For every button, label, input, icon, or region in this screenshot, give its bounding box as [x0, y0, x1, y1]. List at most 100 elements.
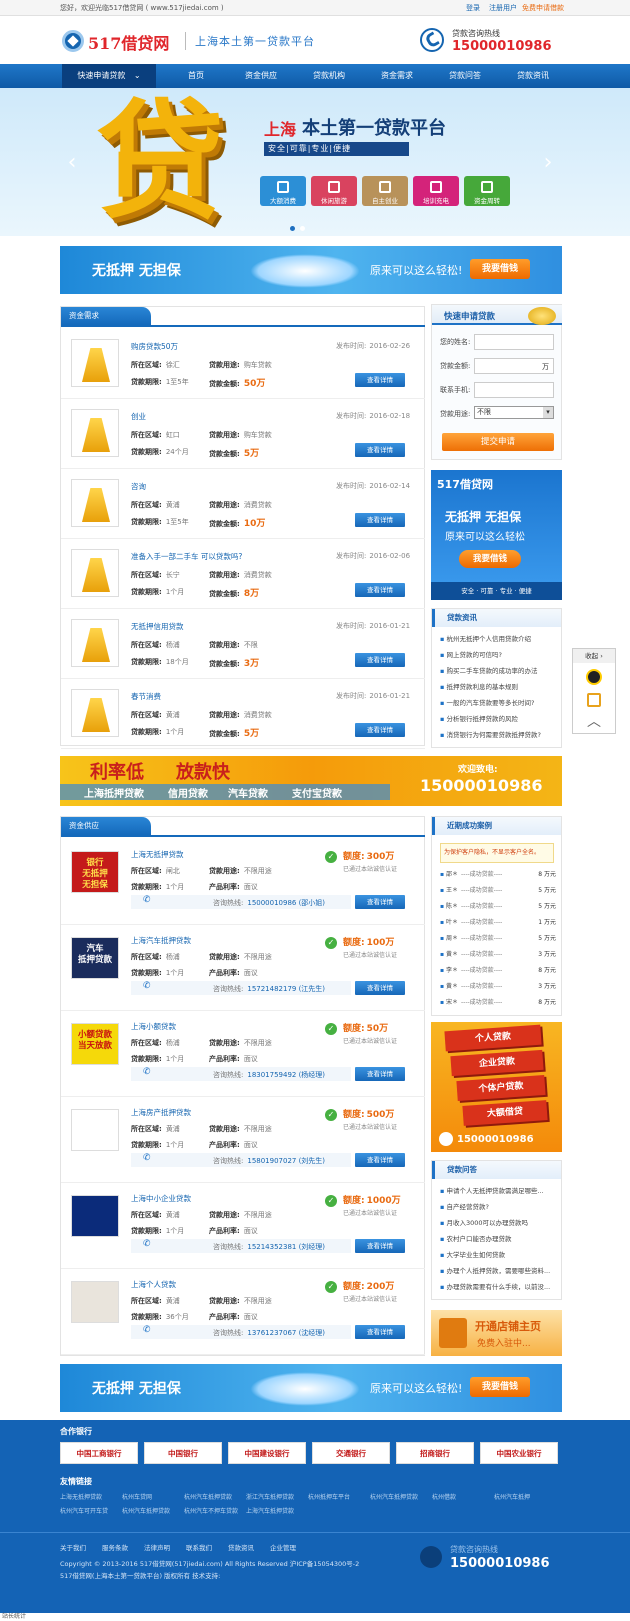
side-ad-borrow[interactable]: 517借贷网 无抵押 无担保 原来可以这么轻松 我要借钱 安全 · 可靠 · 专… — [431, 470, 562, 600]
nav-agencies[interactable]: 贷款机构 — [295, 64, 363, 88]
login-link[interactable]: 登录 — [466, 0, 480, 16]
friend-link[interactable]: 上海汽车抵押贷款 — [246, 1506, 294, 1515]
qa-item[interactable]: ▪ 申请个人无抵押贷款需满足哪些... — [440, 1185, 544, 1195]
float-collapse[interactable]: 收起 › — [573, 649, 615, 663]
supply-title-link[interactable]: 上海小额贷款 — [131, 1021, 176, 1032]
qa-item[interactable]: ▪ 农村户口能否办理贷款 — [440, 1233, 511, 1243]
side-ad-button[interactable]: 我要借钱 — [459, 550, 521, 568]
footer-menu-link[interactable]: 贷款资讯 — [228, 1542, 254, 1552]
promo-banner-mid[interactable]: 利率低 放款快 上海抵押贷款 信用贷款 汽车贷款 支付宝贷款 欢迎致电: 150… — [60, 756, 562, 806]
supply-title-link[interactable]: 上海中小企业贷款 — [131, 1193, 191, 1204]
carousel-prev-icon[interactable]: ‹ — [62, 148, 82, 178]
promo-banner-bottom[interactable]: 无抵押 无担保 原来可以这么轻松! 我要借钱 — [60, 1364, 562, 1412]
footer-menu-link[interactable]: 联系我们 — [186, 1542, 212, 1552]
qq-icon[interactable] — [586, 669, 602, 685]
view-details-button[interactable]: 查看详情 — [355, 373, 405, 387]
borrow-button[interactable]: 我要借钱 — [470, 259, 530, 279]
news-item[interactable]: ▪ 杭州无抵押个人信用贷款介绍 — [440, 633, 531, 643]
back-to-top-icon[interactable]: ︿ — [585, 713, 603, 731]
news-item[interactable]: ▪ 分析银行抵押贷款的风险 — [440, 713, 518, 723]
friend-link[interactable]: 杭州汽车抵押贷款 — [122, 1506, 170, 1515]
hero-tile[interactable]: 自主创业 — [362, 176, 408, 206]
demand-title-link[interactable]: 准备入手一部二手车 可以贷款吗? — [131, 551, 242, 562]
hero-tile[interactable]: 资金周转 — [464, 176, 510, 206]
view-details-button[interactable]: 查看详情 — [355, 723, 405, 737]
apply-link[interactable]: 免费申请借款 — [522, 0, 564, 16]
nav-qa[interactable]: 贷款问答 — [431, 64, 499, 88]
friend-link[interactable]: 浙江汽车抵押贷款 — [246, 1492, 294, 1501]
news-item[interactable]: ▪ 一般的汽车贷款要等多长时间? — [440, 697, 534, 707]
view-details-button[interactable]: 查看详情 — [355, 981, 405, 995]
view-details-button[interactable]: 查看详情 — [355, 1239, 405, 1253]
news-item[interactable]: ▪ 抵押贷款利息的基本规则 — [440, 681, 518, 691]
bank-logo[interactable]: 招商银行 — [396, 1442, 474, 1464]
carousel-next-icon[interactable]: › — [538, 148, 558, 178]
bank-logo[interactable]: 中国建设银行 — [228, 1442, 306, 1464]
friend-link[interactable]: 杭州汽车抵押贷款 — [370, 1492, 418, 1501]
friend-link[interactable]: 杭州汽车抵押贷款 — [184, 1492, 232, 1501]
carousel-dot[interactable] — [290, 226, 295, 231]
supply-title-link[interactable]: 上海个人贷款 — [131, 1279, 176, 1290]
demand-title-link[interactable]: 购房贷款50万 — [131, 341, 178, 352]
supply-title-link[interactable]: 上海汽车抵押贷款 — [131, 935, 191, 946]
demand-title-link[interactable]: 咨询 — [131, 481, 146, 492]
register-link[interactable]: 注册用户 — [489, 0, 517, 16]
footer-menu-link[interactable]: 服务条款 — [102, 1542, 128, 1552]
name-input[interactable] — [474, 334, 554, 350]
view-details-button[interactable]: 查看详情 — [355, 653, 405, 667]
friend-link[interactable]: 杭州借款 — [432, 1492, 456, 1501]
friend-link[interactable]: 杭州汽车不押车贷款 — [184, 1506, 238, 1515]
supply-title-link[interactable]: 上海无抵押贷款 — [131, 849, 184, 860]
side-ad-loans[interactable]: 个人贷款 企业贷款 个体户贷款 大额借贷 15000010986 — [431, 1022, 562, 1152]
submit-button[interactable]: 提交申请 — [442, 433, 554, 451]
footer-menu-link[interactable]: 关于我们 — [60, 1542, 86, 1552]
qa-item[interactable]: ▪ 月收入3000可以办理贷款吗 — [440, 1217, 528, 1227]
bank-logo[interactable]: 中国工商银行 — [60, 1442, 138, 1464]
hero-tile[interactable]: 培训充电 — [413, 176, 459, 206]
view-details-button[interactable]: 查看详情 — [355, 443, 405, 457]
hero-tile[interactable]: 大额消费 — [260, 176, 306, 206]
demand-title-link[interactable]: 春节消费 — [131, 691, 161, 702]
friend-link[interactable]: 杭州抵押车平台 — [308, 1492, 350, 1501]
logo-text[interactable]: 517借贷网 — [88, 30, 169, 54]
qa-item[interactable]: ▪ 办理贷款需要有什么手续，以前没... — [440, 1281, 550, 1291]
bank-logo[interactable]: 中国农业银行 — [480, 1442, 558, 1464]
nav-news[interactable]: 贷款资讯 — [499, 64, 567, 88]
nav-demand[interactable]: 资金需求 — [363, 64, 431, 88]
borrow-button[interactable]: 我要借钱 — [470, 1377, 530, 1397]
view-details-button[interactable]: 查看详情 — [355, 1325, 405, 1339]
qa-item[interactable]: ▪ 大学毕业生如何贷款 — [440, 1249, 505, 1259]
carousel-dot[interactable] — [300, 226, 305, 231]
phone-input[interactable] — [474, 382, 554, 398]
news-item[interactable]: ▪ 消贷银行为何需要贷款抵押贷款? — [440, 729, 541, 739]
view-details-button[interactable]: 查看详情 — [355, 513, 405, 527]
supply-title-link[interactable]: 上海房产抵押贷款 — [131, 1107, 191, 1118]
promo-banner-top[interactable]: 无抵押 无担保 原来可以这么轻松! 我要借钱 — [60, 246, 562, 294]
friend-link[interactable]: 杭州汽车可开车贷 — [60, 1506, 108, 1515]
news-item[interactable]: ▪ 网上贷款的可信吗? — [440, 649, 502, 659]
friend-link[interactable]: 上海无抵押贷款 — [60, 1492, 102, 1501]
view-details-button[interactable]: 查看详情 — [355, 1153, 405, 1167]
nav-supply[interactable]: 资金供应 — [227, 64, 295, 88]
note-icon[interactable] — [587, 693, 601, 707]
use-select[interactable]: 不限 ▾ — [474, 406, 554, 419]
view-details-button[interactable]: 查看详情 — [355, 895, 405, 909]
side-ad-shop[interactable]: 开通店铺主页 免费入驻中... — [431, 1310, 562, 1356]
view-details-button[interactable]: 查看详情 — [355, 583, 405, 597]
news-item[interactable]: ▪ 购买二手车贷款的成功率的办法 — [440, 665, 537, 675]
amount-input[interactable]: 万 — [474, 358, 554, 374]
bank-logo[interactable]: 交通银行 — [312, 1442, 390, 1464]
nav-home[interactable]: 首页 — [165, 64, 227, 88]
quick-apply-menu[interactable]: 快速申请贷款 ⌄ — [62, 64, 156, 88]
footer-menu-link[interactable]: 法律声明 — [144, 1542, 170, 1552]
qa-item[interactable]: ▪ 自产经营贷款? — [440, 1201, 489, 1211]
demand-title-link[interactable]: 无抵押信用贷款 — [131, 621, 184, 632]
friend-link[interactable]: 杭州车贷网 — [122, 1492, 152, 1501]
bank-logo[interactable]: 中国银行 — [144, 1442, 222, 1464]
footer-menu-link[interactable]: 企业管理 — [270, 1542, 296, 1552]
hero-tile[interactable]: 休闲旅游 — [311, 176, 357, 206]
friend-link[interactable]: 杭州汽车抵押 — [494, 1492, 530, 1501]
view-details-button[interactable]: 查看详情 — [355, 1067, 405, 1081]
qa-item[interactable]: ▪ 办理个人抵押贷款，需要哪些资料... — [440, 1265, 550, 1275]
demand-title-link[interactable]: 创业 — [131, 411, 146, 422]
